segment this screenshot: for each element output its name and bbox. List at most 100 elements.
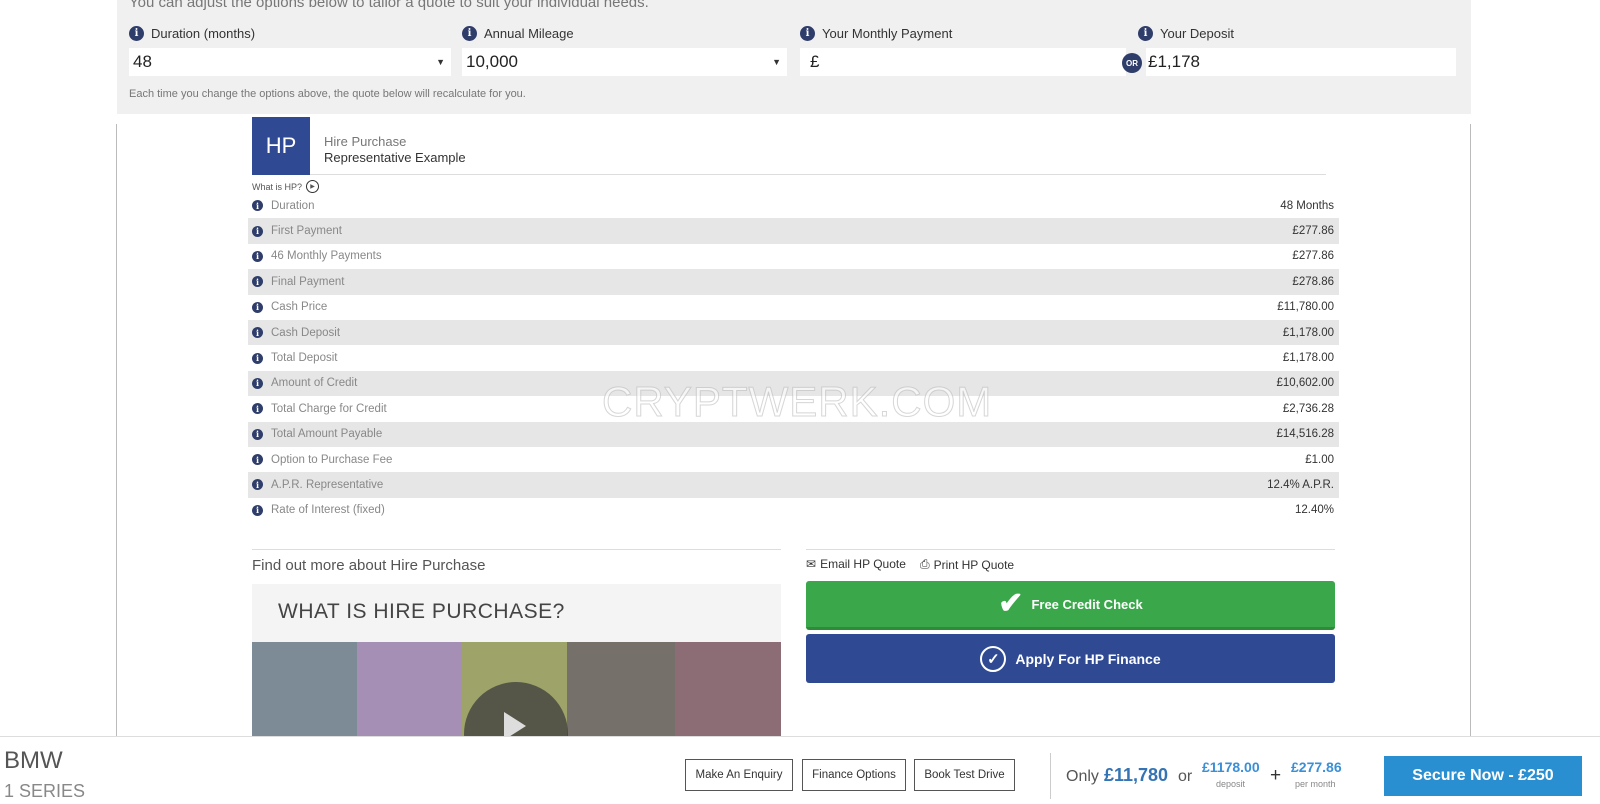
divider [806, 549, 1335, 550]
play-circle-icon: ▶ [306, 180, 320, 193]
free-credit-check-button[interactable]: ✔ Free Credit Check [806, 581, 1335, 630]
info-icon[interactable]: i [252, 276, 263, 288]
video-title: WHAT IS HIRE PURCHASE? [278, 600, 565, 623]
row-value: 12.4% A.P.R. [1267, 478, 1334, 491]
row-value: £277.86 [1292, 225, 1334, 238]
info-icon[interactable]: i [129, 26, 144, 41]
info-icon[interactable]: i [252, 225, 263, 237]
row-value: £1,178.00 [1282, 352, 1334, 365]
info-icon[interactable]: i [252, 327, 263, 339]
or-badge: OR [1122, 53, 1142, 73]
monthly-payment-input[interactable]: £ [800, 48, 1126, 76]
bottom-bar: BMW 1 SERIES Make An Enquiry Finance Opt… [0, 736, 1600, 804]
options-intro: You can adjust the options below to tail… [129, 0, 649, 11]
hp-logo: HP [252, 117, 310, 175]
row-value: £277.86 [1292, 250, 1334, 263]
row-value: £14,516.28 [1276, 428, 1334, 441]
table-row: i Final Payment £278.86 [248, 269, 1339, 295]
info-icon[interactable]: i [1138, 26, 1153, 41]
deposit-caption: deposit [1216, 779, 1246, 789]
monthly-payment-label: i Your Monthly Payment [800, 26, 952, 41]
table-row: i First Payment £277.86 [248, 218, 1339, 244]
info-icon[interactable]: i [252, 301, 263, 313]
video-frame [567, 642, 675, 736]
row-label: First Payment [271, 225, 342, 238]
deposit-amount: £1178.00 [1202, 759, 1260, 775]
hp-video[interactable]: WHAT IS HIRE PURCHASE? [252, 584, 781, 736]
row-label: Total Deposit [271, 352, 338, 365]
apply-hp-finance-button[interactable]: ✓ Apply For HP Finance [806, 634, 1335, 683]
info-icon[interactable]: i [252, 403, 263, 415]
recalculate-note: Each time you change the options above, … [129, 88, 526, 100]
table-row: i Duration 48 Months [248, 193, 1339, 218]
hp-header: HP Hire Purchase Representative Example [252, 117, 1326, 175]
print-hp-quote-link[interactable]: ⎙ Print HP Quote [920, 557, 1014, 572]
plus-sign: + [1270, 765, 1282, 786]
currency-symbol: £ [810, 52, 820, 71]
video-frame [675, 642, 781, 736]
video-frame [357, 642, 462, 736]
info-icon[interactable]: i [252, 504, 263, 516]
row-value: 12.40% [1294, 504, 1334, 517]
info-icon[interactable]: i [252, 200, 263, 212]
book-test-drive-button[interactable]: Book Test Drive [914, 759, 1015, 791]
row-value: £1.00 [1305, 453, 1334, 466]
video-frame [252, 642, 357, 736]
only-label: Only [1066, 768, 1099, 785]
divider [1050, 753, 1051, 799]
info-icon[interactable]: i [462, 26, 477, 41]
hp-title: Hire Purchase [324, 134, 407, 149]
hp-subtitle: Representative Example [324, 150, 466, 165]
checkmark-icon: ✔ [998, 587, 1024, 620]
row-value: 48 Months [1280, 199, 1334, 212]
chevron-down-icon: ▼ [772, 57, 781, 67]
duration-select[interactable]: 48 ▼ [129, 48, 451, 76]
mileage-label: i Annual Mileage [462, 26, 574, 41]
quote-options-panel: You can adjust the options below to tail… [117, 0, 1471, 114]
deposit-input[interactable]: £1,178 [1146, 48, 1456, 76]
cash-price: £11,780 [1104, 765, 1169, 785]
car-make: BMW [4, 747, 63, 774]
table-row: i Rate of Interest (fixed) 12.40% [248, 498, 1339, 523]
make-enquiry-button[interactable]: Make An Enquiry [685, 759, 793, 791]
find-more-heading: Find out more about Hire Purchase [252, 549, 781, 574]
row-label: A.P.R. Representative [271, 478, 384, 491]
table-row: i A.P.R. Representative 12.4% A.P.R. [248, 472, 1339, 498]
representative-example-table: i Duration 48 Months i First Payment £277.86 i… [248, 193, 1339, 523]
deposit-label: i Your Deposit [1138, 26, 1234, 41]
finance-options-button[interactable]: Finance Options [802, 759, 906, 791]
table-row: i Option to Purchase Fee £1.00 [248, 447, 1339, 472]
info-icon[interactable]: i [252, 250, 263, 262]
info-icon[interactable]: i [252, 479, 263, 491]
info-icon[interactable]: i [252, 352, 263, 364]
info-icon[interactable]: i [252, 428, 263, 440]
mileage-select[interactable]: 10,000 ▼ [462, 48, 787, 76]
table-row: i Total Deposit £1,178.00 [248, 345, 1339, 370]
play-icon [504, 712, 526, 736]
row-label: Duration [271, 199, 315, 212]
car-model: 1 SERIES [4, 781, 86, 801]
email-hp-quote-link[interactable]: ✉ Email HP Quote [806, 557, 906, 571]
row-label: 46 Monthly Payments [271, 250, 382, 263]
row-value: £2,736.28 [1282, 402, 1334, 415]
secure-now-button[interactable]: Secure Now - £250 [1384, 756, 1582, 796]
watermark: CRYPTWERK.COM [601, 378, 993, 426]
duration-label: i Duration (months) [129, 26, 255, 41]
row-value: £10,602.00 [1276, 377, 1334, 390]
row-value: £11,780.00 [1277, 301, 1334, 314]
row-label: Rate of Interest (fixed) [271, 504, 385, 517]
or-label: or [1178, 768, 1193, 785]
info-icon[interactable]: i [252, 377, 263, 389]
monthly-amount: £277.86 [1291, 759, 1342, 775]
row-label: Total Amount Payable [271, 428, 383, 441]
monthly-caption: per month [1295, 779, 1336, 789]
info-icon[interactable]: i [252, 454, 263, 466]
printer-icon: ⎙ [920, 557, 930, 571]
row-label: Cash Deposit [271, 326, 341, 339]
envelope-icon: ✉ [806, 557, 817, 571]
info-icon[interactable]: i [800, 26, 815, 41]
table-row: i Cash Deposit £1,178.00 [248, 319, 1339, 346]
row-value: £1,178.00 [1282, 326, 1334, 339]
row-label: Option to Purchase Fee [271, 453, 393, 466]
what-is-hp-link[interactable]: What is HP? ▶ [252, 180, 320, 193]
